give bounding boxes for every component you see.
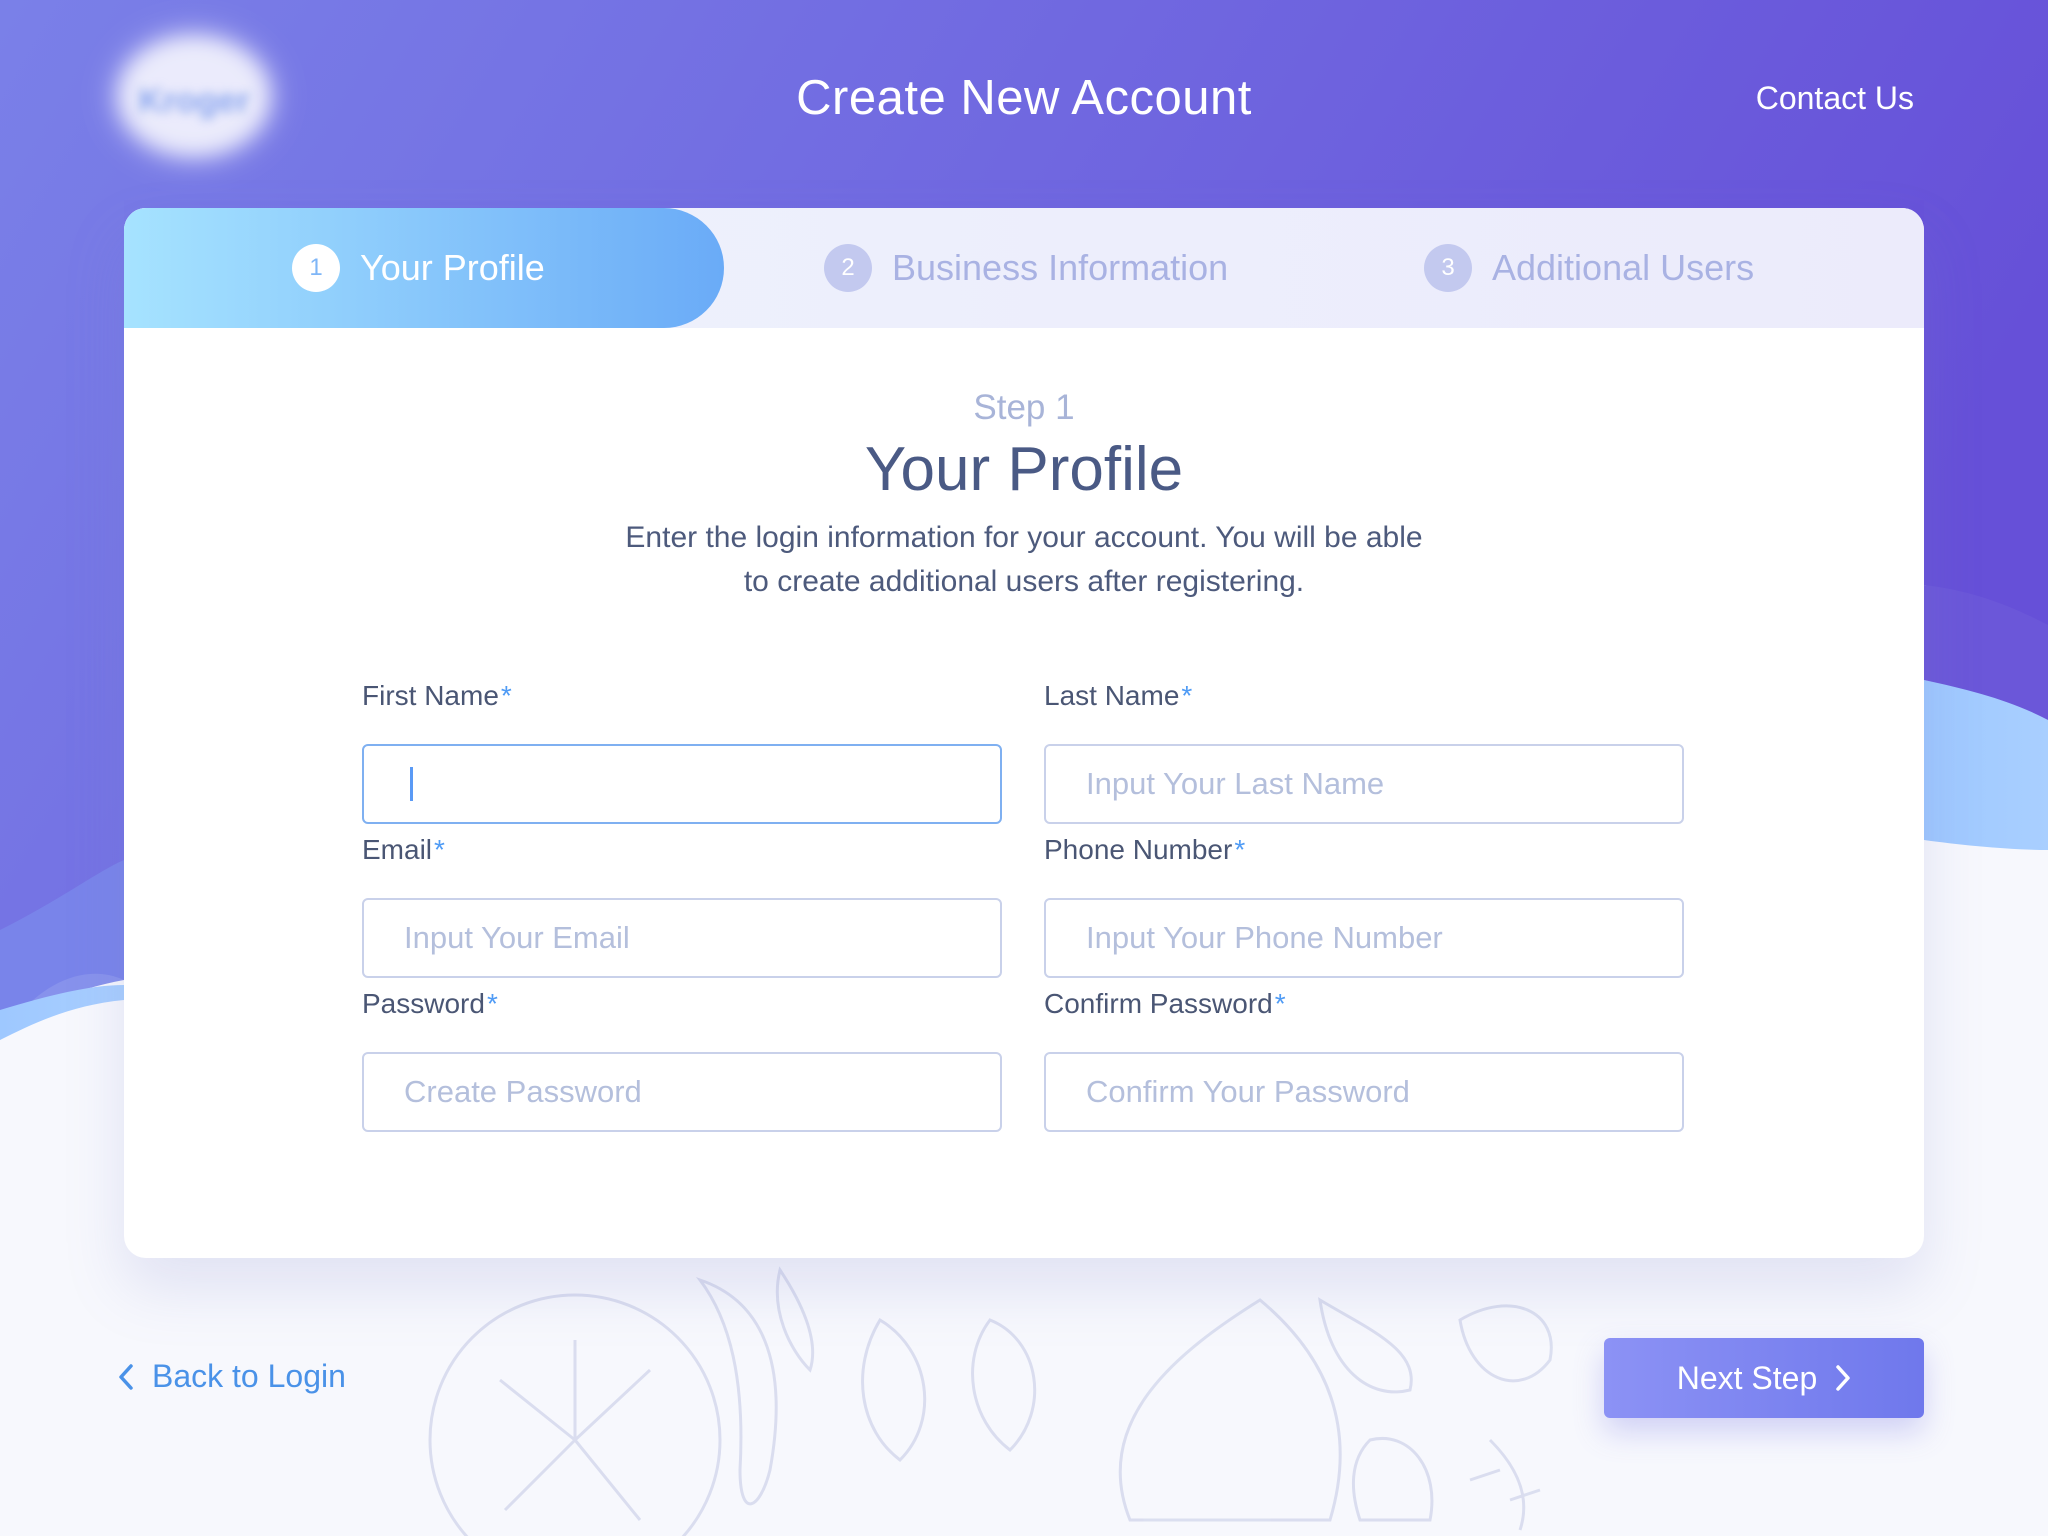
back-to-login-label: Back to Login xyxy=(152,1358,346,1394)
phone-number-label: Phone Number* xyxy=(1044,834,1246,865)
required-mark: * xyxy=(500,680,512,711)
last-name-placeholder: Input Your Last Name xyxy=(1086,766,1385,801)
back-to-login-link[interactable]: Back to Login xyxy=(118,1358,346,1395)
password-field: Password* Create Password xyxy=(362,988,1002,1132)
confirm-password-field: Confirm Password* Confirm Your Password xyxy=(1044,988,1684,1132)
first-name-label: First Name* xyxy=(362,680,512,711)
stepper: 1 Your Profile 2 Business Information 3 … xyxy=(124,208,1924,328)
step-your-profile[interactable]: 1 Your Profile xyxy=(292,208,545,328)
email-field: Email* Input Your Email xyxy=(362,834,1002,978)
step-label: Additional Users xyxy=(1492,247,1755,288)
phone-number-placeholder: Input Your Phone Number xyxy=(1086,920,1443,955)
registration-card: 1 Your Profile 2 Business Information 3 … xyxy=(124,208,1924,1258)
section-title: Your Profile xyxy=(864,435,1184,504)
step-additional-users[interactable]: 3 Additional Users xyxy=(1424,208,1754,328)
required-mark: * xyxy=(434,834,445,865)
password-label: Password* xyxy=(362,988,498,1019)
chevron-right-icon xyxy=(1836,1365,1850,1391)
first-name-input[interactable] xyxy=(362,744,1002,824)
contact-us-link[interactable]: Contact Us xyxy=(1756,80,1914,117)
required-mark: * xyxy=(1181,680,1193,711)
text-cursor xyxy=(410,767,413,801)
required-mark: * xyxy=(1274,988,1286,1019)
step-business-information[interactable]: 2 Business Information xyxy=(824,208,1228,328)
phone-number-field: Phone Number* Input Your Phone Number xyxy=(1044,834,1684,978)
first-name-field: First Name* xyxy=(362,680,1002,824)
next-step-button[interactable]: Next Step xyxy=(1604,1338,1924,1418)
last-name-input[interactable]: Input Your Last Name xyxy=(1044,744,1684,824)
required-mark: * xyxy=(486,988,498,1019)
page-title: Create New Account xyxy=(796,71,1252,125)
last-name-label: Last Name* xyxy=(1044,680,1193,711)
step-label: Your Profile xyxy=(360,247,545,288)
confirm-password-input[interactable]: Confirm Your Password xyxy=(1044,1052,1684,1132)
email-label: Email* xyxy=(362,834,445,865)
chevron-left-icon xyxy=(119,1363,133,1390)
email-placeholder: Input Your Email xyxy=(404,920,630,955)
confirm-password-label: Confirm Password* xyxy=(1044,988,1286,1019)
step-number: 1 xyxy=(292,244,340,292)
step-label: Business Information xyxy=(892,247,1229,288)
next-step-label: Next Step xyxy=(1676,1359,1818,1396)
section-description: Enter the login information for your acc… xyxy=(625,521,1423,598)
password-input[interactable]: Create Password xyxy=(362,1052,1002,1132)
email-input[interactable]: Input Your Email xyxy=(362,898,1002,978)
password-placeholder: Create Password xyxy=(404,1074,642,1109)
phone-number-input[interactable]: Input Your Phone Number xyxy=(1044,898,1684,978)
step-caption: Step 1 xyxy=(973,388,1075,427)
step-number: 3 xyxy=(1424,244,1472,292)
last-name-field: Last Name* Input Your Last Name xyxy=(1044,680,1684,824)
confirm-password-placeholder: Confirm Your Password xyxy=(1086,1074,1410,1109)
required-mark: * xyxy=(1234,834,1246,865)
step-number: 2 xyxy=(824,244,872,292)
